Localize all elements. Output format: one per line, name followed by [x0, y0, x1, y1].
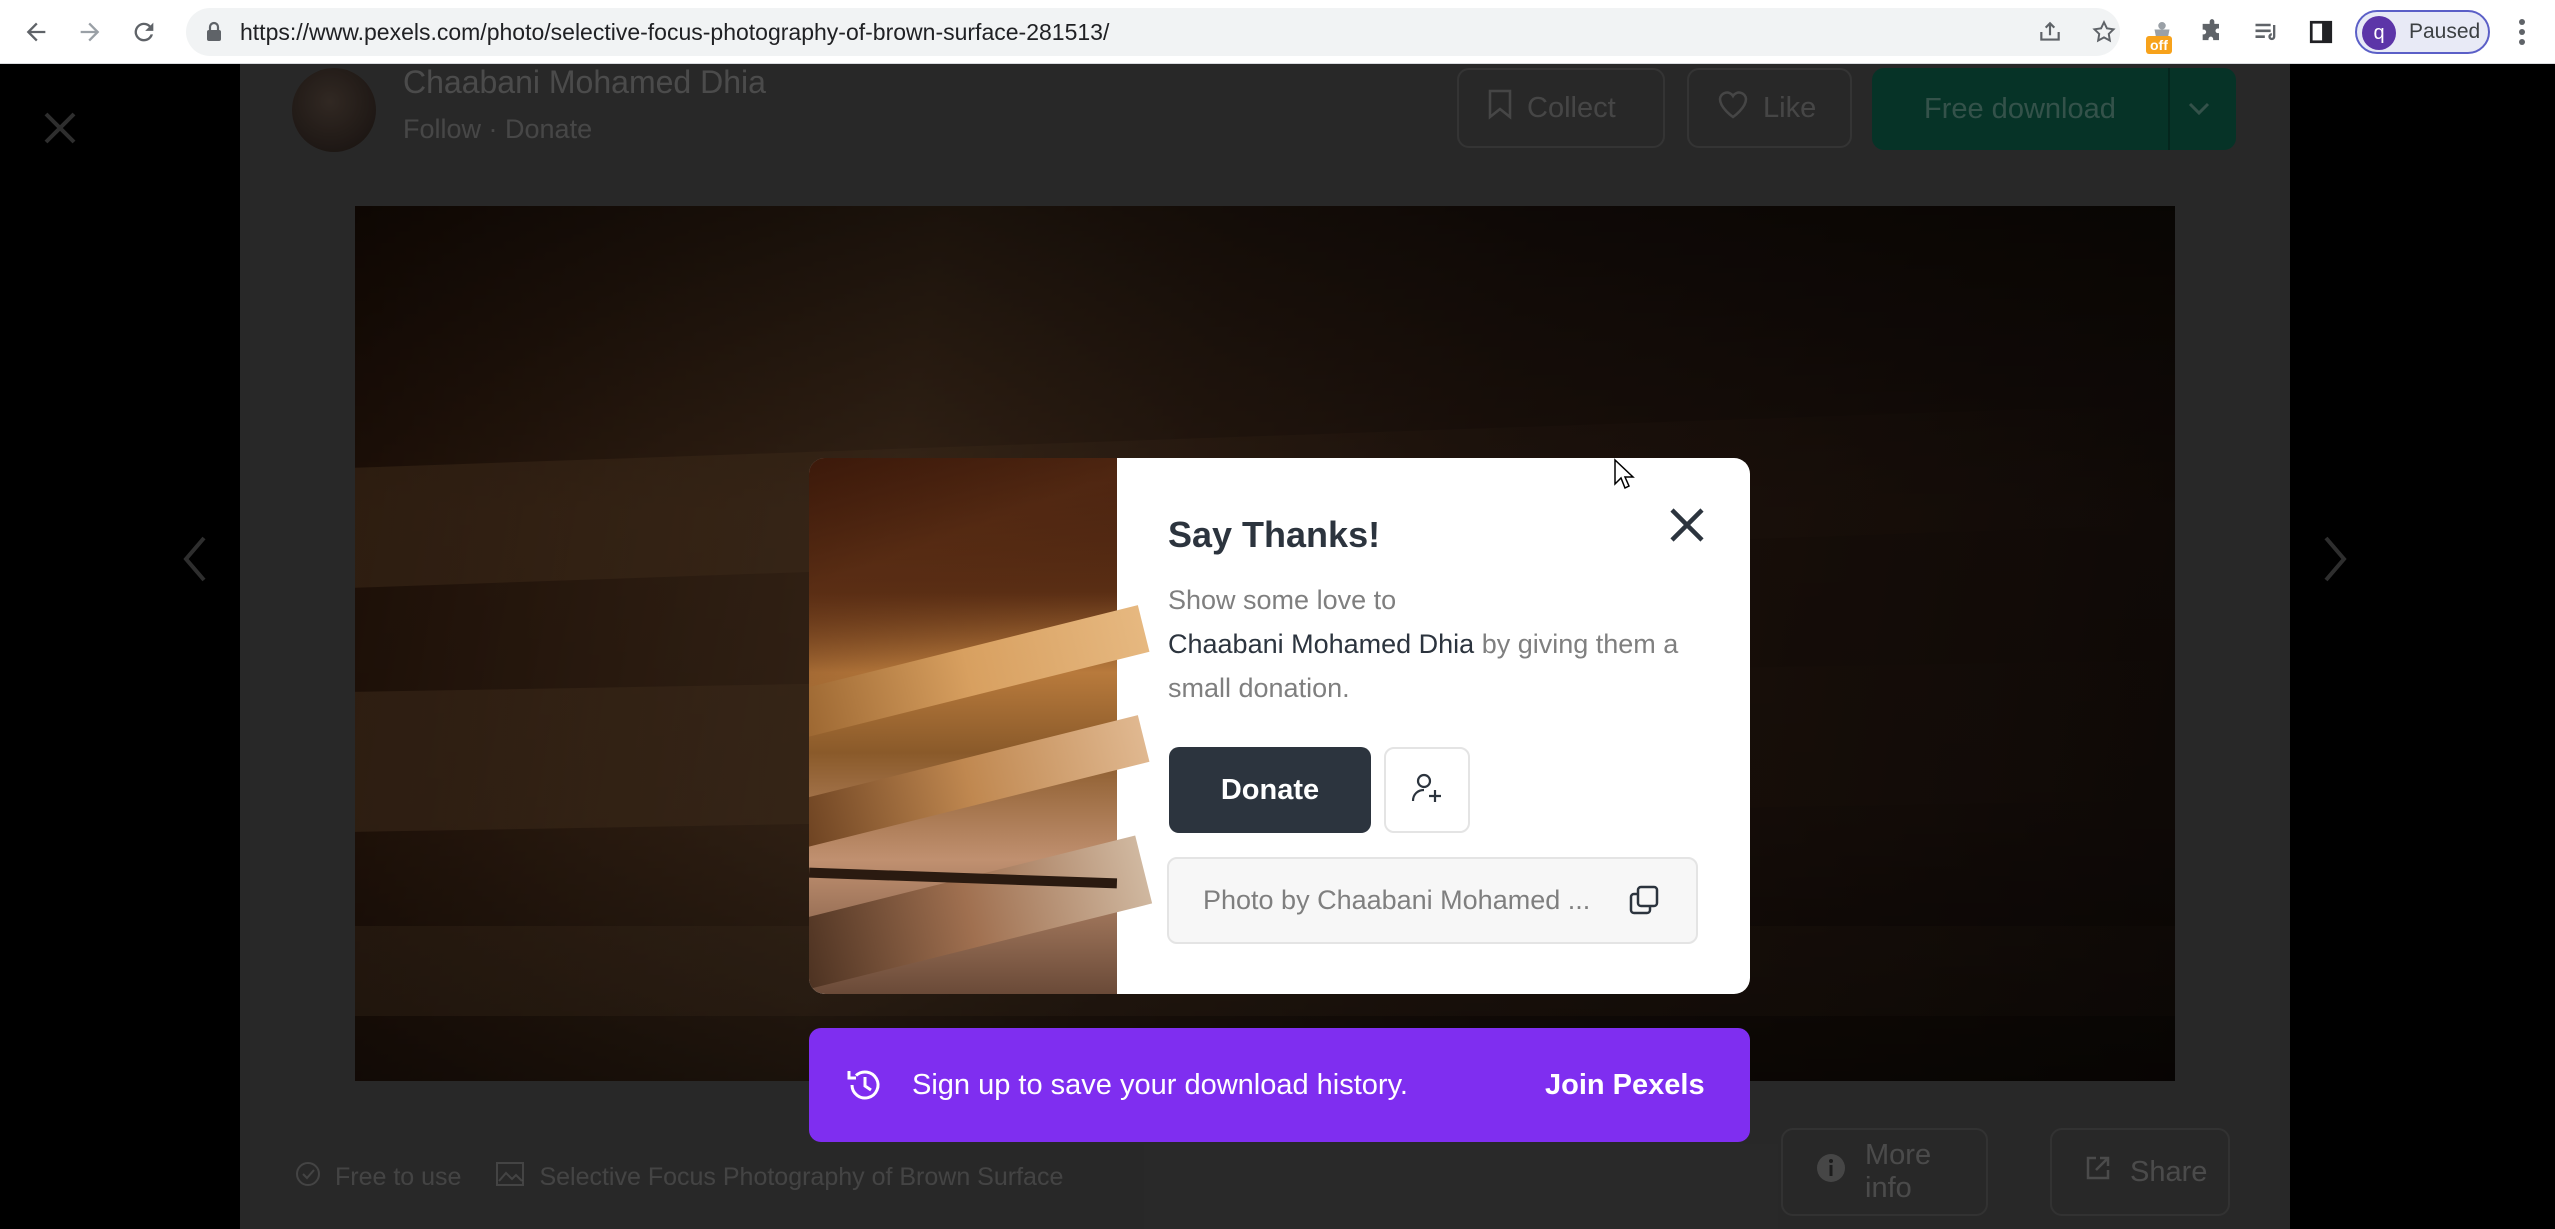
- description-author: Chaabani Mohamed Dhia: [1168, 629, 1475, 659]
- profile-status: Paused: [2409, 20, 2481, 43]
- back-icon[interactable]: [14, 10, 58, 54]
- modal-photo-thumbnail: [809, 458, 1153, 994]
- forward-icon[interactable]: [68, 10, 112, 54]
- photo-credit-field[interactable]: Photo by Chaabani Mohamed ...: [1167, 857, 1698, 944]
- extensions-puzzle-icon[interactable]: [2192, 12, 2232, 52]
- photo-credit-text: Photo by Chaabani Mohamed ...: [1203, 885, 1591, 915]
- signup-banner: Sign up to save your download history. J…: [809, 1028, 1750, 1142]
- share-page-icon[interactable]: [2032, 14, 2068, 50]
- profile-button[interactable]: q Paused: [2355, 10, 2490, 54]
- wood-plank: [809, 835, 1153, 991]
- bookmark-star-icon[interactable]: [2086, 14, 2122, 50]
- url-text: https://www.pexels.com/photo/selective-f…: [240, 19, 1110, 45]
- donate-button[interactable]: Donate: [1169, 747, 1371, 833]
- extension-off-badge: off: [2146, 36, 2172, 54]
- say-thanks-modal: Say Thanks! Show some love to Chaabani M…: [809, 458, 1750, 994]
- side-panel-icon[interactable]: [2301, 12, 2341, 52]
- profile-avatar: q: [2362, 16, 2396, 50]
- wood-plank: [809, 715, 1150, 849]
- description-lead: Show some love to: [1168, 585, 1397, 615]
- close-icon[interactable]: [1662, 500, 1712, 550]
- mouse-cursor-icon: [1613, 458, 1635, 495]
- reload-icon[interactable]: [122, 10, 166, 54]
- address-bar[interactable]: https://www.pexels.com/photo/selective-f…: [186, 8, 2120, 56]
- lock-icon: [204, 20, 224, 49]
- follow-button[interactable]: [1384, 747, 1470, 833]
- join-pexels-button[interactable]: Join Pexels: [1545, 1028, 1705, 1142]
- browser-menu-icon[interactable]: [2502, 12, 2542, 52]
- banner-message: Sign up to save your download history.: [912, 1069, 1408, 1101]
- modal-title: Say Thanks!: [1168, 514, 1381, 555]
- copy-icon[interactable]: [1627, 883, 1661, 922]
- history-icon: [845, 1065, 885, 1110]
- browser-toolbar: https://www.pexels.com/photo/selective-f…: [0, 0, 2555, 64]
- modal-description: Show some love to Chaabani Mohamed Dhia …: [1168, 578, 1708, 710]
- media-queue-icon[interactable]: [2246, 12, 2286, 52]
- wood-plank: [809, 605, 1150, 739]
- add-user-icon: [1409, 770, 1445, 811]
